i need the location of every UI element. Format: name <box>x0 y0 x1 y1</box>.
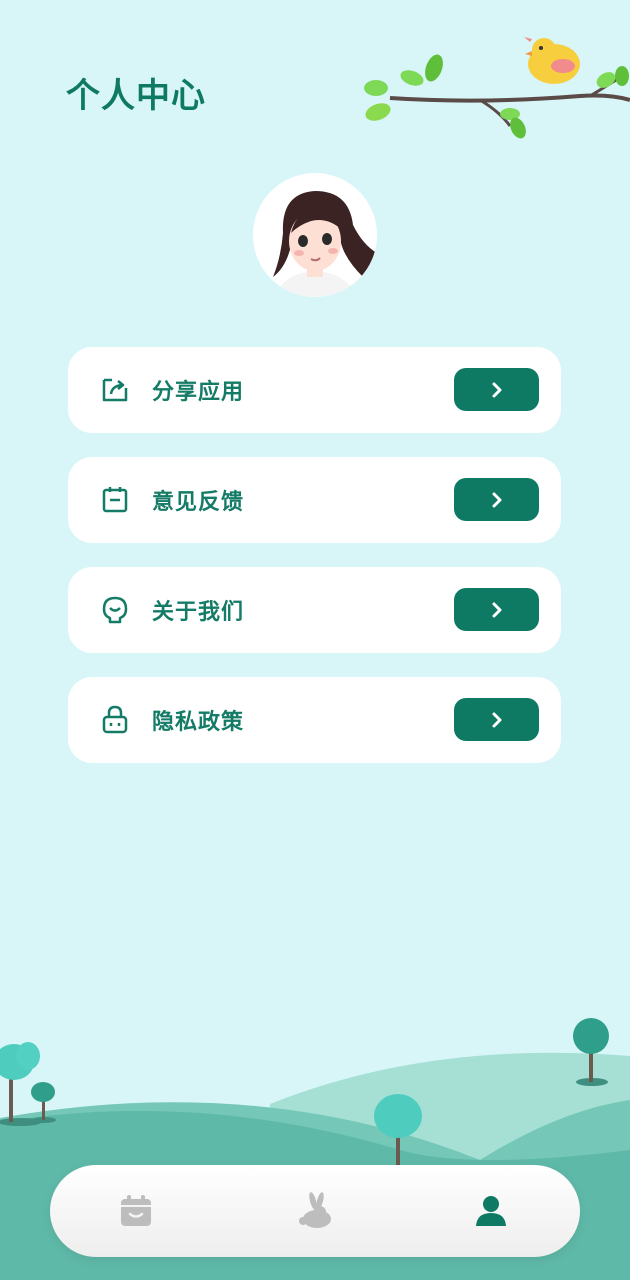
menu-label-feedback: 意见反馈 <box>152 490 245 515</box>
tab-profile[interactable] <box>467 1187 515 1235</box>
menu-item-feedback[interactable]: 意见反馈 <box>68 457 561 543</box>
chevron-right-icon <box>492 712 501 727</box>
feedback-arrow-button[interactable] <box>454 478 539 521</box>
share-icon <box>102 378 128 402</box>
chevron-right-icon <box>492 602 501 617</box>
about-icon <box>102 596 128 624</box>
rabbit-icon <box>299 1192 331 1228</box>
tab-calendar[interactable] <box>112 1187 160 1235</box>
privacy-arrow-button[interactable] <box>454 698 539 741</box>
about-arrow-button[interactable] <box>454 588 539 631</box>
profile-icon <box>476 1196 506 1226</box>
chevron-right-icon <box>492 382 501 397</box>
avatar[interactable] <box>253 173 377 297</box>
feedback-icon <box>102 487 128 513</box>
chevron-right-icon <box>492 492 501 507</box>
tab-rabbit[interactable] <box>291 1187 339 1235</box>
page-title: 个人中心 <box>66 76 206 116</box>
branch-bird-decoration <box>364 37 630 139</box>
menu-item-share[interactable]: 分享应用 <box>68 347 561 433</box>
calendar-icon <box>121 1195 151 1226</box>
avatar-illustration <box>253 173 377 297</box>
share-arrow-button[interactable] <box>454 368 539 411</box>
menu-item-about[interactable]: 关于我们 <box>68 567 561 653</box>
menu-item-privacy[interactable]: 隐私政策 <box>68 677 561 763</box>
bottom-tab-bar <box>50 1165 580 1257</box>
menu-label-about: 关于我们 <box>152 600 245 625</box>
menu-label-privacy: 隐私政策 <box>152 710 245 735</box>
menu-label-share: 分享应用 <box>152 380 245 405</box>
menu-list: 分享应用 意见反馈 关于我们 隐私政策 <box>68 347 561 787</box>
lock-icon <box>102 705 128 734</box>
